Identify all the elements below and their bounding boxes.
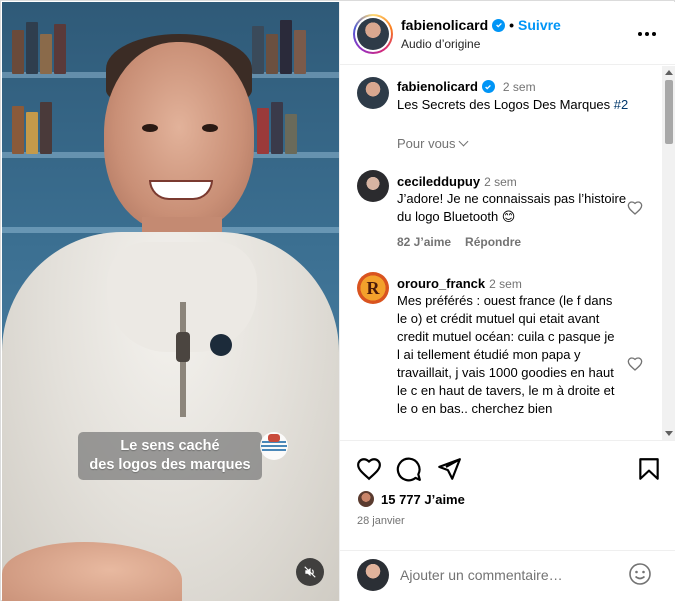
- comment-bubble-icon[interactable]: [396, 456, 422, 482]
- audio-link[interactable]: Audio d’origine: [401, 37, 480, 51]
- current-user-avatar: [357, 559, 389, 591]
- scroll-thumb[interactable]: [665, 80, 673, 144]
- comment-input[interactable]: [400, 564, 620, 586]
- comment-like-heart-icon[interactable]: [627, 356, 643, 372]
- scroll-up-arrow-icon[interactable]: [665, 70, 673, 75]
- save-bookmark-icon[interactable]: [636, 456, 662, 482]
- mute-button[interactable]: [296, 558, 324, 586]
- comment-likes[interactable]: 82 J’aime: [397, 235, 451, 249]
- follow-button[interactable]: Suivre: [518, 17, 561, 33]
- share-send-icon[interactable]: [436, 456, 462, 482]
- post-modal: Le sens caché des logos des marques fabi…: [0, 0, 675, 601]
- likes-count[interactable]: 15 777 J’aime: [381, 492, 465, 507]
- liker-avatar[interactable]: [357, 490, 375, 508]
- commenter-username[interactable]: cecileddupuy: [397, 174, 480, 189]
- speaker-muted-icon: [304, 566, 316, 578]
- separator: •: [509, 17, 515, 33]
- caption-line-2: des logos des marques: [89, 457, 251, 473]
- caption-username[interactable]: fabienolicard: [397, 79, 478, 94]
- bookshelf-books: [12, 94, 102, 154]
- video-caption: Le sens caché des logos des marques: [78, 432, 262, 480]
- post-header: fabienolicard • Suivre Audio d’origine: [340, 2, 675, 65]
- caption-line-1: Le sens caché: [120, 438, 220, 454]
- zipper-pull: [176, 332, 190, 362]
- commenter-avatar[interactable]: [357, 170, 389, 202]
- caption-time: 2 sem: [502, 79, 536, 94]
- commenter-avatar[interactable]: R: [357, 272, 389, 304]
- post-actions: 15 777 J’aime 28 janvier: [340, 440, 675, 550]
- eye: [142, 124, 158, 132]
- hashtag-link[interactable]: #2: [614, 97, 628, 112]
- r-logo-icon: R: [367, 278, 381, 298]
- smile: [149, 180, 213, 200]
- scroll-down-arrow-icon[interactable]: [665, 431, 673, 436]
- chevron-down-icon: [458, 136, 468, 147]
- like-heart-icon[interactable]: [356, 456, 382, 482]
- post-date[interactable]: 28 janvier: [357, 515, 405, 527]
- person-face: [104, 42, 254, 232]
- commenter-username[interactable]: orouro_franck: [397, 276, 485, 291]
- caption-avatar[interactable]: [357, 77, 389, 109]
- bookshelf-books: [252, 14, 332, 74]
- svg-text:R: R: [367, 278, 381, 298]
- post-sidebar: fabienolicard • Suivre Audio d’origine f…: [339, 2, 675, 601]
- verified-badge-icon: [481, 80, 495, 93]
- emoji-icon[interactable]: [628, 562, 652, 586]
- verified-badge-icon: [492, 18, 506, 32]
- pin-badge: [210, 334, 232, 356]
- comment-filter-dropdown[interactable]: Pour vous: [397, 136, 468, 151]
- comment-time: 2 sem: [489, 277, 522, 291]
- add-comment-bar: [340, 550, 675, 601]
- author-username[interactable]: fabienolicard: [401, 17, 488, 33]
- caption-text: Les Secrets des Logos Des Marques #2: [397, 97, 629, 112]
- comments-scrollbar[interactable]: [662, 66, 675, 440]
- reel-video[interactable]: Le sens caché des logos des marques: [2, 2, 339, 601]
- comment-like-heart-icon[interactable]: [627, 200, 643, 216]
- filter-label: Pour vous: [397, 136, 456, 151]
- comment-time: 2 sem: [484, 175, 517, 189]
- bookshelf-books: [257, 94, 337, 154]
- bookshelf-books: [12, 14, 102, 74]
- reply-button[interactable]: Répondre: [465, 235, 521, 249]
- sweater-logo-icon: [260, 432, 288, 460]
- eye: [202, 124, 218, 132]
- comment-text: J’adore! Je ne connaissais pas l’histoir…: [397, 191, 627, 224]
- more-options-icon[interactable]: [638, 24, 660, 44]
- comment-text: Mes préférés : ouest france (le f dans l…: [397, 293, 615, 416]
- author-avatar[interactable]: [353, 14, 393, 54]
- comments-list[interactable]: fabienolicard 2 sem Les Secrets des Logo…: [340, 66, 662, 440]
